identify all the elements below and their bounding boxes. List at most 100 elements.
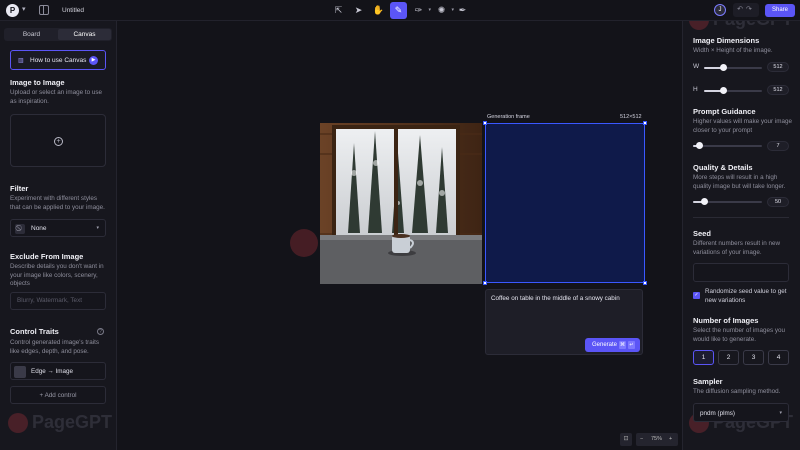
exclude-title: Exclude From Image [10,252,84,261]
generate-button[interactable]: Generate ⌘ ↵ [585,338,640,352]
user-avatar[interactable]: J [714,4,726,16]
slider-knob[interactable] [700,198,708,205]
width-label: W [693,63,700,70]
watermark-logo-icon [8,413,28,434]
quality-title: Quality & Details [693,163,753,172]
zoom-level: 75% [651,436,663,442]
sampler-value: pndm (plms) [700,410,735,417]
slider-knob[interactable] [696,142,704,149]
guidance-desc: Higher values will make your image close… [693,118,793,134]
quality-value[interactable]: 50 [767,197,789,207]
seed-desc: Different numbers result in new variatio… [693,240,781,256]
num-images-desc: Select the number of images you would li… [693,327,786,343]
image-to-image-title: Image to Image [10,78,65,87]
document-title[interactable]: Untitled [62,7,84,14]
prompt-box[interactable]: Coffee on table in the middle of a snowy… [485,289,643,355]
add-image-icon: + [54,137,63,146]
sampler-title: Sampler [693,377,723,386]
brush-tool-icon[interactable]: ✑ ▾ [410,2,431,19]
generate-tool-icon[interactable]: ✎ [390,2,407,19]
slider-knob[interactable] [719,87,727,94]
book-icon: ▥ [18,58,24,64]
sampler-select[interactable]: pndm (plms) ▾ [693,403,789,422]
watermark-bottom-left: PageGPT [8,412,112,434]
num-images-title: Number of Images [693,316,759,325]
quality-slider[interactable] [693,198,762,205]
dimensions-title: Image Dimensions [693,36,760,45]
image-upload-dropzone[interactable]: + [10,114,106,167]
play-icon: ▶ [89,56,98,65]
width-value[interactable]: 512 [767,62,789,72]
undo-redo-buttons[interactable]: ↶↷ [733,3,759,17]
watermark-logo-icon [290,228,318,257]
num-images-option-3[interactable]: 3 [743,350,764,365]
chevron-down-icon: ▾ [96,225,99,231]
negative-prompt-field [10,292,106,310]
canvas-image[interactable] [320,123,482,284]
no-filter-icon: ⃠ [15,224,25,234]
negative-prompt-input[interactable] [17,297,101,304]
zoom-bar: − 75% + [636,433,678,446]
zoom-in-button[interactable]: + [669,433,672,446]
resize-handle[interactable] [483,121,487,125]
tab-board[interactable]: Board [5,29,58,40]
image-to-image-desc: Upload or select an image to use as insp… [10,89,103,105]
sampler-desc: The diffusion sampling method. [693,388,781,395]
filter-desc: Experiment with different styles that ca… [10,195,105,211]
pointer-tool-icon[interactable]: ➤ [350,2,367,19]
prompt-text[interactable]: Coffee on table in the middle of a snowy… [491,295,620,302]
generation-frame[interactable] [483,121,647,285]
resize-handle[interactable] [643,281,647,285]
randomize-seed-checkbox[interactable]: ✓ [693,292,700,299]
section-divider [693,217,789,218]
resize-handle[interactable] [643,121,647,125]
hand-tool-icon[interactable]: ✋ [370,2,387,19]
randomize-seed-label[interactable]: Randomize seed value to get new variatio… [705,288,795,305]
add-control-button[interactable]: + Add control [10,386,106,404]
slider-knob[interactable] [719,64,727,71]
seed-title: Seed [693,229,711,238]
select-tool-icon[interactable]: ⇱ [330,2,347,19]
generate-label: Generate [592,342,618,348]
how-to-use-canvas-button[interactable]: ▥ How to use Canvas ▶ [10,50,106,70]
zoom-out-button[interactable]: − [640,433,643,446]
watermark-logo-icon [689,21,709,31]
control-traits-title: Control Traits [10,327,59,336]
zoom-controls: ⊡ − 75% + [620,433,678,446]
chevron-down-icon[interactable]: ▾ [22,5,26,13]
width-slider[interactable] [704,64,762,71]
pen-tool-icon[interactable]: ✒ [454,2,471,19]
num-images-option-1[interactable]: 1 [693,350,714,365]
height-slider[interactable] [704,87,762,94]
watermark-text: PageGPT [713,21,793,29]
num-images-option-4[interactable]: 4 [768,350,789,365]
guidance-value[interactable]: 7 [767,141,789,151]
cabin-window-picture [320,123,482,284]
filter-select[interactable]: ⃠ None ▾ [10,219,106,237]
help-icon[interactable]: ? [97,328,104,335]
generation-frame-size: 512×512 [620,114,642,120]
control-trait-item[interactable]: Edge → Image [10,362,106,380]
effects-tool-icon[interactable]: ✺ ▾ [433,2,454,19]
chevron-down-icon: ▾ [428,7,431,13]
num-images-option-2[interactable]: 2 [718,350,739,365]
guidance-slider[interactable] [693,142,762,149]
fit-screen-icon[interactable]: ⊡ [620,433,632,446]
enter-key-icon: ↵ [628,341,635,349]
resize-handle[interactable] [483,281,487,285]
generation-frame-label: Generation frame [487,114,530,120]
seed-input[interactable] [693,263,789,282]
app-logo-icon[interactable]: P [6,4,19,17]
right-settings-panel: PageGPT PageGPT Image Dimensions Width ×… [682,21,800,450]
trait-label: Edge → Image [31,368,74,375]
watermark-top-right: PageGPT [689,21,793,31]
brush-glyph: ✑ [414,5,423,15]
height-value[interactable]: 512 [767,85,789,95]
chevron-down-icon: ▾ [779,410,782,416]
filter-value: None [31,225,47,232]
tab-canvas[interactable]: Canvas [58,29,111,40]
share-button[interactable]: Share [765,4,795,17]
quality-desc: More steps will result in a high quality… [693,174,786,190]
howto-label: How to use Canvas [30,57,87,64]
sidebar-toggle-icon[interactable] [39,5,49,15]
